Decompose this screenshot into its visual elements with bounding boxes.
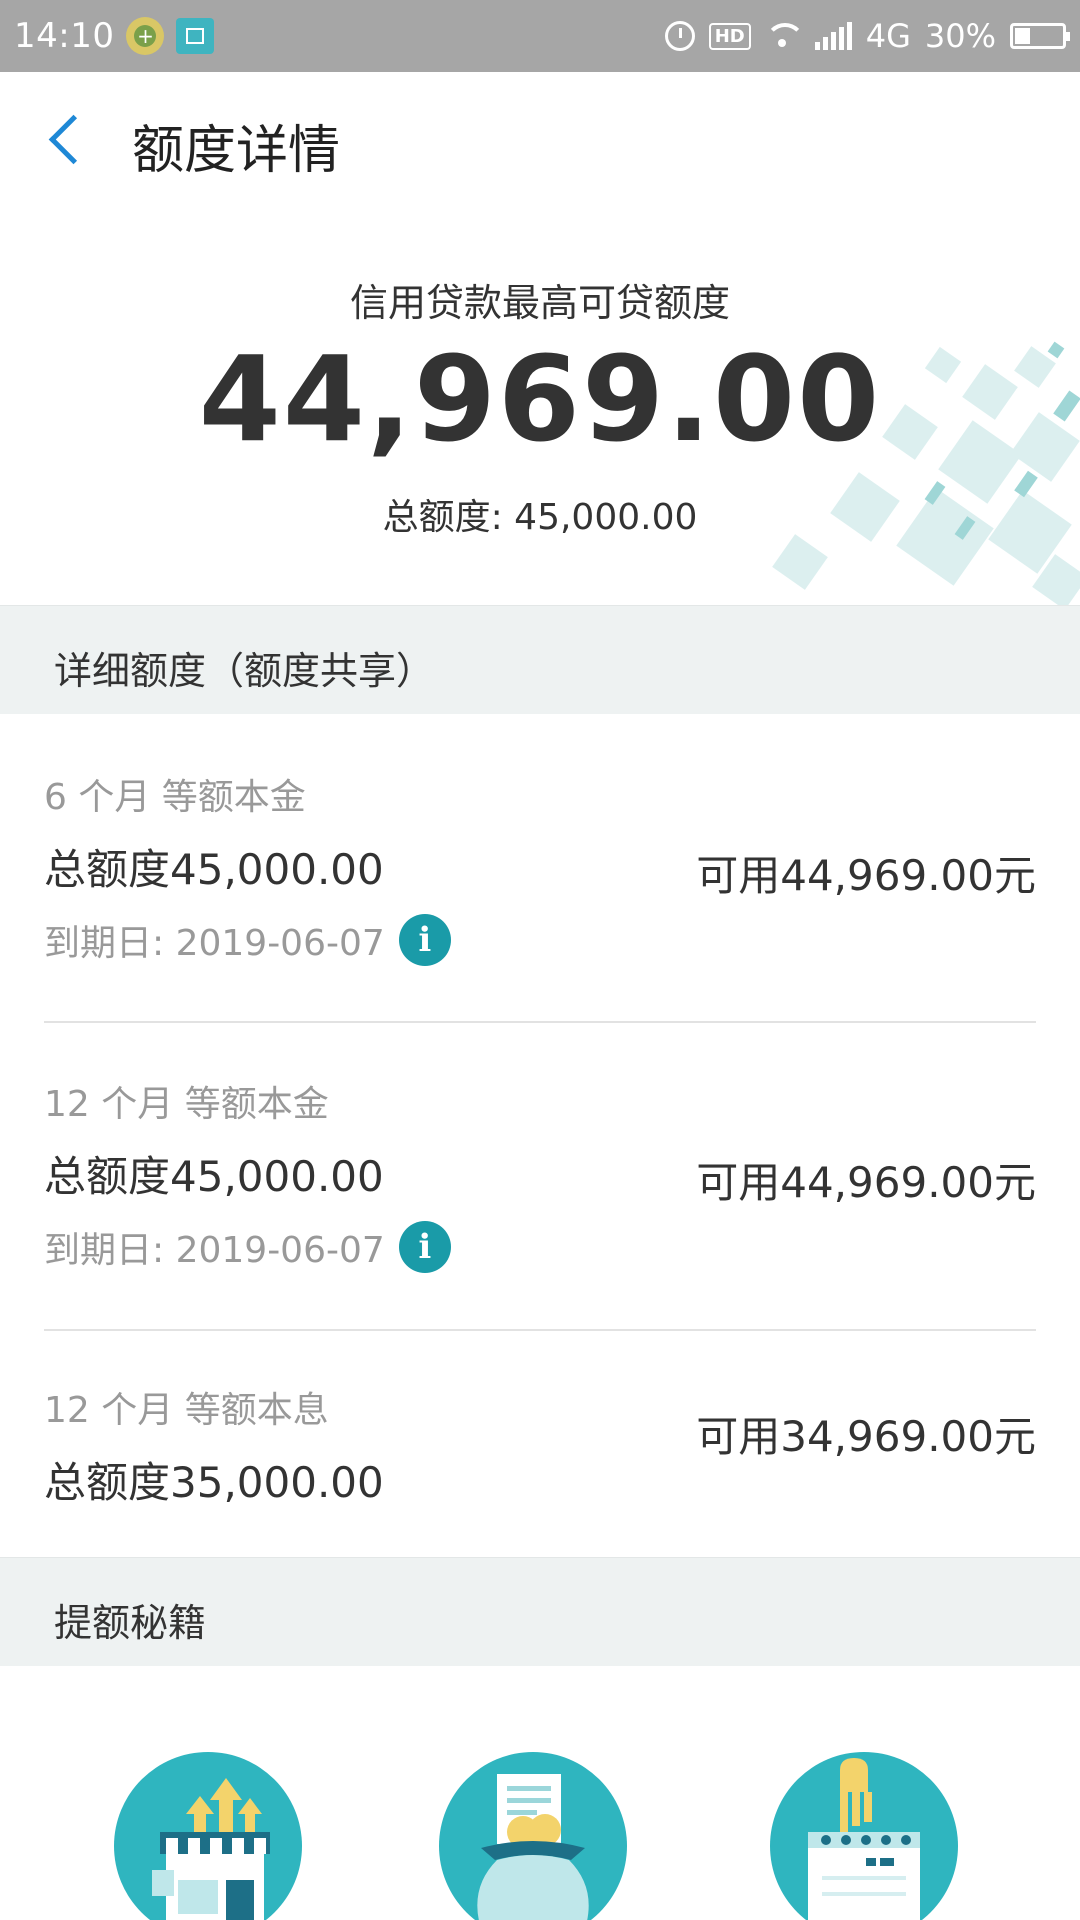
- due-date-row: 到期日: 2019-06-07 i: [44, 914, 451, 966]
- app-header: 额度详情: [0, 72, 1080, 212]
- battery-percent: 30%: [924, 17, 996, 55]
- hd-icon: HD: [708, 22, 751, 50]
- status-bar: 14:10 + HD 4G 30%: [0, 0, 1080, 72]
- details-section-title: 详细额度（额度共享）: [54, 649, 435, 693]
- max-credit-amount: 44,969.00: [198, 330, 882, 468]
- battery-icon: [1010, 23, 1070, 49]
- available-label: 可用34,969.00元: [696, 1412, 1036, 1461]
- term-label: 6 个月 等额本金: [44, 777, 306, 818]
- list-item: 12 个月 等额本息 总额度35,000.00 可用34,969.00元: [0, 1331, 1080, 1557]
- tips-section-header: 提额秘籍: [0, 1557, 1080, 1666]
- info-icon[interactable]: i: [398, 1221, 451, 1273]
- wifi-icon: [764, 23, 801, 49]
- credit-summary: 信用贷款最高可贷额度 44,969.00 总额度: 45,000.00: [0, 212, 1080, 605]
- money-bag-icon[interactable]: [439, 1752, 627, 1920]
- signal-icon: [814, 22, 852, 50]
- details-section-header: 详细额度（额度共享）: [0, 605, 1080, 714]
- due-date: 到期日: 2019-06-07: [44, 923, 385, 964]
- total-label: 总额度45,000.00: [44, 1152, 384, 1201]
- store-upgrade-icon[interactable]: [114, 1752, 302, 1920]
- term-label: 12 个月 等额本息: [44, 1390, 329, 1431]
- total-label: 总额度45,000.00: [44, 845, 384, 894]
- list-item: 6 个月 等额本金 总额度45,000.00 可用44,969.00元 到期日:…: [0, 714, 1080, 1021]
- list-item: 12 个月 等额本金 总额度45,000.00 可用44,969.00元 到期日…: [0, 1023, 1080, 1329]
- network-type: 4G: [865, 17, 911, 55]
- due-date: 到期日: 2019-06-07: [44, 1230, 385, 1271]
- available-label: 可用44,969.00元: [696, 851, 1036, 900]
- term-label: 12 个月 等额本金: [44, 1084, 329, 1125]
- app-notification-icon: +: [126, 17, 165, 55]
- info-icon[interactable]: i: [398, 914, 451, 966]
- back-button[interactable]: [42, 110, 102, 174]
- tips-row: [0, 1666, 1080, 1920]
- status-time: 14:10: [14, 16, 115, 56]
- tips-section-title: 提额秘籍: [54, 1601, 207, 1645]
- calendar-sign-icon[interactable]: [770, 1752, 958, 1920]
- available-label: 可用44,969.00元: [696, 1158, 1036, 1207]
- total-label: 总额度35,000.00: [44, 1458, 384, 1507]
- page-title: 额度详情: [132, 121, 341, 181]
- alarm-icon: [664, 21, 695, 51]
- due-date-row: 到期日: 2019-06-07 i: [44, 1221, 451, 1273]
- scan-icon: [176, 18, 215, 54]
- max-credit-label: 信用贷款最高可贷额度: [349, 281, 730, 325]
- total-credit: 总额度: 45,000.00: [382, 497, 698, 538]
